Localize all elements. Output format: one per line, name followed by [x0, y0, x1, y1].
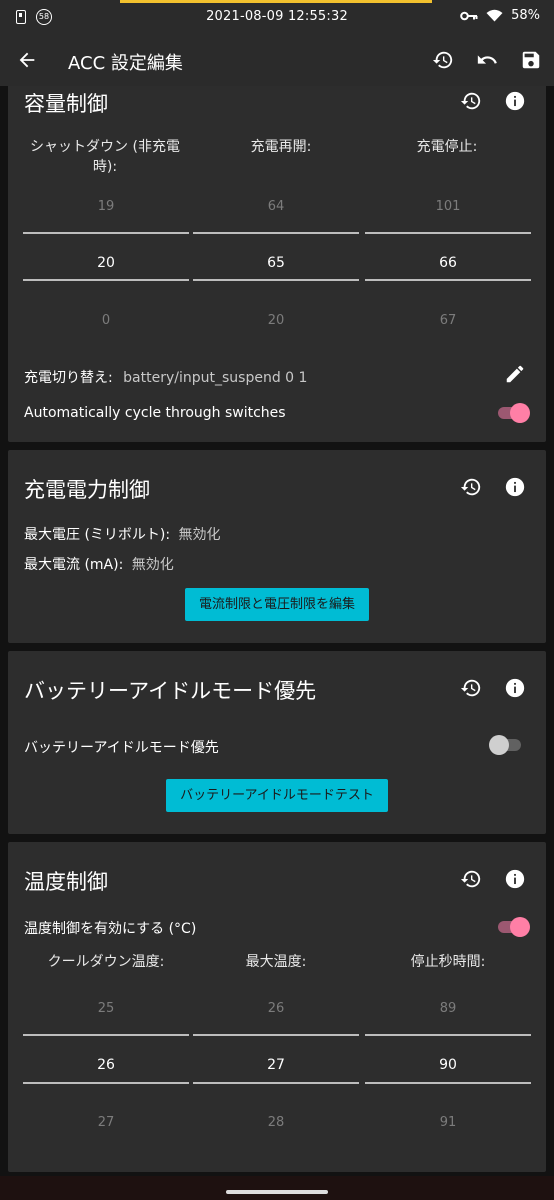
undo-icon[interactable]: [476, 49, 498, 71]
temp-info-icon[interactable]: [504, 868, 526, 890]
picker-divider: [193, 279, 359, 281]
max-current-row: 最大電流 (mA): 無効化: [24, 554, 174, 574]
idle-card-title: バッテリーアイドルモード優先: [24, 679, 317, 703]
save-icon[interactable]: [520, 49, 542, 71]
capacity-card-title: 容量制御: [24, 92, 108, 116]
picker-divider: [193, 232, 359, 234]
picker-divider: [23, 279, 189, 281]
resume-column-header: 充電再開:: [250, 139, 312, 155]
home-gesture-handle[interactable]: [226, 1190, 328, 1194]
app-bar: ACC 設定編集: [0, 36, 554, 86]
switch-thumb: [489, 735, 509, 755]
settings-scroll-area[interactable]: 容量制御 シャットダウン (非充電時): 充電再開: 充電停止: 19 20 0…: [0, 86, 554, 1176]
charging-power-card: 充電電力制御 最大電圧 (ミリボルト): 無効化 最大電流 (mA): 無効化 …: [8, 450, 546, 643]
picker-value-below[interactable]: 28: [193, 1115, 359, 1130]
picker-divider: [23, 1082, 189, 1084]
picker-value-below[interactable]: 20: [193, 313, 359, 328]
auto-cycle-label: Automatically cycle through switches: [24, 405, 286, 421]
max-voltage-value: 無効化: [178, 527, 221, 543]
temp-enable-switch[interactable]: [498, 917, 530, 937]
shutdown-column-header: シャットダウン (非充電時):: [30, 139, 180, 175]
picker-divider: [193, 1082, 359, 1084]
charging-switch-row: 充電切り替え: battery/input_suspend 0 1: [24, 367, 307, 387]
picker-value-above[interactable]: 64: [193, 199, 359, 214]
picker-value-below[interactable]: 91: [365, 1115, 531, 1130]
auto-cycle-switch[interactable]: [498, 403, 530, 423]
pause-seconds-column-header: 停止秒時間:: [410, 954, 486, 970]
idle-toggle-label: バッテリーアイドルモード優先: [24, 740, 219, 756]
picker-value-selected[interactable]: 20: [23, 255, 189, 271]
idle-mode-switch[interactable]: [489, 735, 521, 755]
history-icon[interactable]: [432, 49, 454, 71]
temp-card-title: 温度制御: [24, 870, 108, 894]
picker-divider: [23, 232, 189, 234]
picker-value-selected[interactable]: 90: [365, 1057, 531, 1073]
picker-divider: [365, 1034, 531, 1036]
power-history-icon[interactable]: [460, 476, 482, 498]
wifi-icon: [486, 9, 503, 22]
picker-divider: [365, 1082, 531, 1084]
edit-limits-button[interactable]: 電流制限と電圧制限を編集: [185, 588, 369, 621]
max-voltage-label: 最大電圧 (ミリボルト):: [24, 527, 171, 543]
picker-value-selected[interactable]: 66: [365, 255, 531, 271]
picker-value-above[interactable]: 26: [193, 1001, 359, 1016]
picker-value-above[interactable]: 101: [365, 199, 531, 214]
picker-value-above[interactable]: 19: [23, 199, 189, 214]
picker-value-below[interactable]: 0: [23, 313, 189, 328]
picker-divider: [365, 279, 531, 281]
switch-thumb: [510, 917, 530, 937]
picker-divider: [193, 1034, 359, 1036]
charging-switch-value: battery/input_suspend 0 1: [123, 370, 308, 386]
back-arrow-icon[interactable]: [16, 49, 38, 71]
picker-value-below[interactable]: 67: [365, 313, 531, 328]
battery-idle-card: バッテリーアイドルモード優先 バッテリーアイドルモード優先 バッテリーアイドルモ…: [8, 651, 546, 834]
picker-value-above[interactable]: 25: [23, 1001, 189, 1016]
power-info-icon[interactable]: [504, 476, 526, 498]
idle-history-icon[interactable]: [460, 677, 482, 699]
edit-pencil-icon[interactable]: [504, 363, 526, 385]
status-accent-bar: [120, 0, 432, 3]
cooldown-column-header: クールダウン温度:: [47, 954, 165, 970]
picker-divider: [365, 232, 531, 234]
picker-value-selected[interactable]: 26: [23, 1057, 189, 1073]
page-title: ACC 設定編集: [68, 53, 183, 74]
capacity-history-icon[interactable]: [460, 90, 482, 112]
battery-percent: 58%: [511, 8, 540, 23]
max-voltage-row: 最大電圧 (ミリボルト): 無効化: [24, 524, 221, 544]
capacity-control-card: 容量制御 シャットダウン (非充電時): 充電再開: 充電停止: 19 20 0…: [8, 86, 546, 442]
charging-switch-label: 充電切り替え:: [24, 370, 113, 386]
stop-column-header: 充電停止:: [416, 139, 478, 155]
idle-test-button[interactable]: バッテリーアイドルモードテスト: [166, 779, 388, 812]
power-card-title: 充電電力制御: [24, 478, 150, 502]
picker-divider: [23, 1034, 189, 1036]
temp-enable-label: 温度制御を有効にする (°C): [24, 921, 197, 937]
idle-info-icon[interactable]: [504, 677, 526, 699]
status-bar: 58 2021-08-09 12:55:32 58%: [0, 0, 554, 36]
picker-value-above[interactable]: 89: [365, 1001, 531, 1016]
max-current-value: 無効化: [131, 557, 174, 573]
navigation-bar: [0, 1176, 554, 1200]
capacity-info-icon[interactable]: [504, 90, 526, 112]
temperature-control-card: 温度制御 温度制御を有効にする (°C) クールダウン温度: 最大温度: 停止秒…: [8, 842, 546, 1172]
picker-value-selected[interactable]: 65: [193, 255, 359, 271]
max-current-label: 最大電流 (mA):: [24, 557, 124, 573]
picker-value-below[interactable]: 27: [23, 1115, 189, 1130]
picker-value-selected[interactable]: 27: [193, 1057, 359, 1073]
temp-history-icon[interactable]: [460, 868, 482, 890]
key-icon: [460, 11, 478, 20]
switch-thumb: [510, 403, 530, 423]
max-temp-column-header: 最大温度:: [245, 954, 307, 970]
